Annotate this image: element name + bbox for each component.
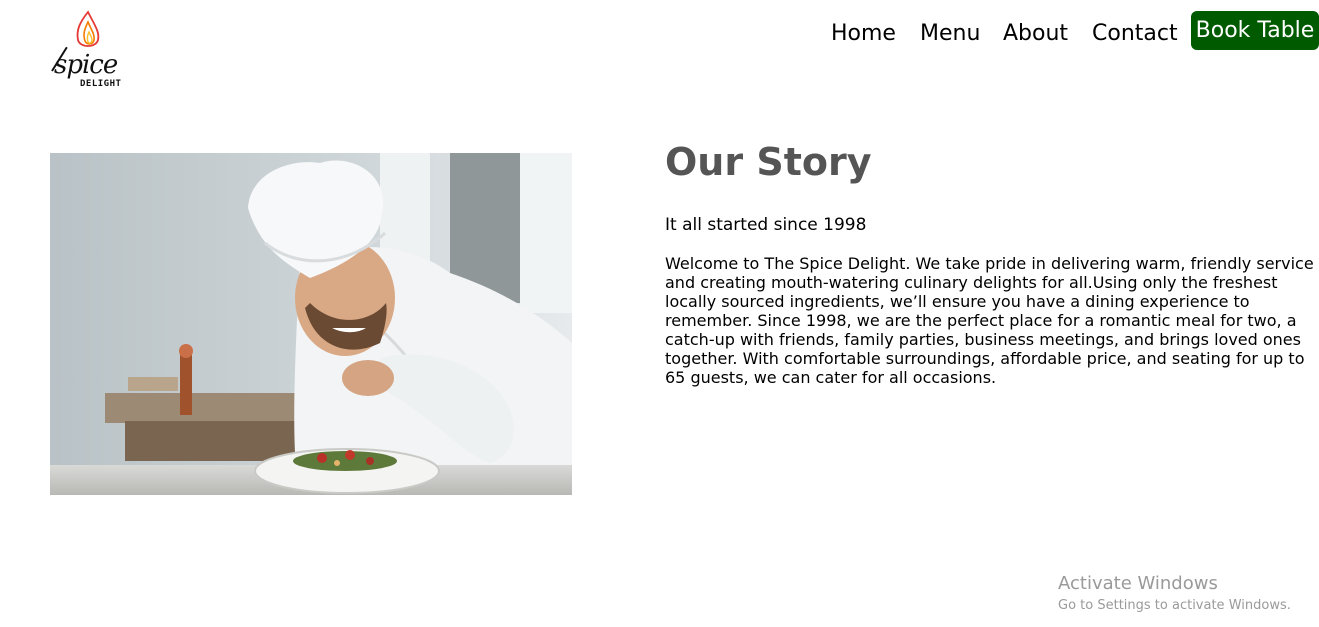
story-body-line: Welcome to The Spice Delight. We take pr…: [665, 254, 1314, 273]
nav-about-link[interactable]: About: [1003, 19, 1068, 49]
book-table-button[interactable]: Book Table: [1191, 11, 1319, 50]
story-subtitle: It all started since 1998: [665, 215, 867, 235]
story-body-line: catch-up with friends, family parties, b…: [665, 330, 1301, 349]
logo-subtext: DELIGHT: [80, 79, 122, 89]
chef-photo: [50, 153, 572, 495]
story-body-line: locally sourced ingredients, we’ll ensur…: [665, 292, 1250, 311]
activation-watermark-subtitle: Go to Settings to activate Windows.: [1058, 598, 1291, 613]
story-body-line: together. With comfortable surroundings,…: [665, 349, 1305, 368]
nav-menu-link[interactable]: Menu: [920, 19, 980, 49]
story-body-line: remember. Since 1998, we are the perfect…: [665, 311, 1297, 330]
story-body-line: and creating mouth-watering culinary del…: [665, 273, 1278, 292]
activation-watermark-title: Activate Windows: [1058, 573, 1218, 594]
nav-home-link[interactable]: Home: [831, 19, 896, 49]
story-title: Our Story: [665, 140, 872, 184]
story-body-line: 65 guests, we can cater for all occasion…: [665, 368, 997, 387]
main-nav: Home Menu About Contact Book Table: [0, 11, 1319, 59]
nav-contact-link[interactable]: Contact: [1092, 19, 1178, 49]
story-body: Welcome to The Spice Delight. We take pr…: [665, 254, 1319, 387]
